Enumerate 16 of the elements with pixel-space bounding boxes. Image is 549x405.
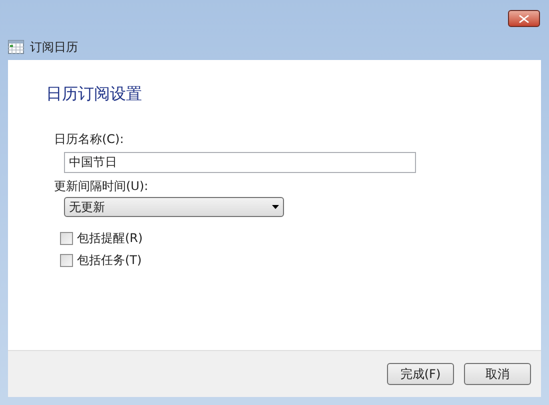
calendar-name-field[interactable]: 中国节日: [64, 152, 416, 173]
interval-dropdown[interactable]: 无更新: [64, 197, 284, 217]
dialog-button[interactable]: 取消: [464, 363, 531, 385]
close-icon: [519, 14, 529, 22]
field-label: 日历名称(C):: [54, 131, 125, 148]
field-label: 更新间隔时间(U):: [54, 178, 150, 195]
checkbox-option[interactable]: 包括提醒(R): [60, 227, 143, 249]
checkbox[interactable]: [60, 232, 73, 244]
checkbox[interactable]: [60, 254, 73, 266]
caret-icon: [272, 205, 279, 209]
window-title: 订阅日历: [30, 39, 78, 56]
calendar-icon: [8, 40, 24, 54]
close-button[interactable]: [508, 10, 540, 27]
section-heading: 日历订阅设置: [46, 83, 143, 105]
dialog-button[interactable]: 完成(F): [387, 363, 454, 385]
checkbox-option[interactable]: 包括任务(T): [60, 249, 142, 271]
